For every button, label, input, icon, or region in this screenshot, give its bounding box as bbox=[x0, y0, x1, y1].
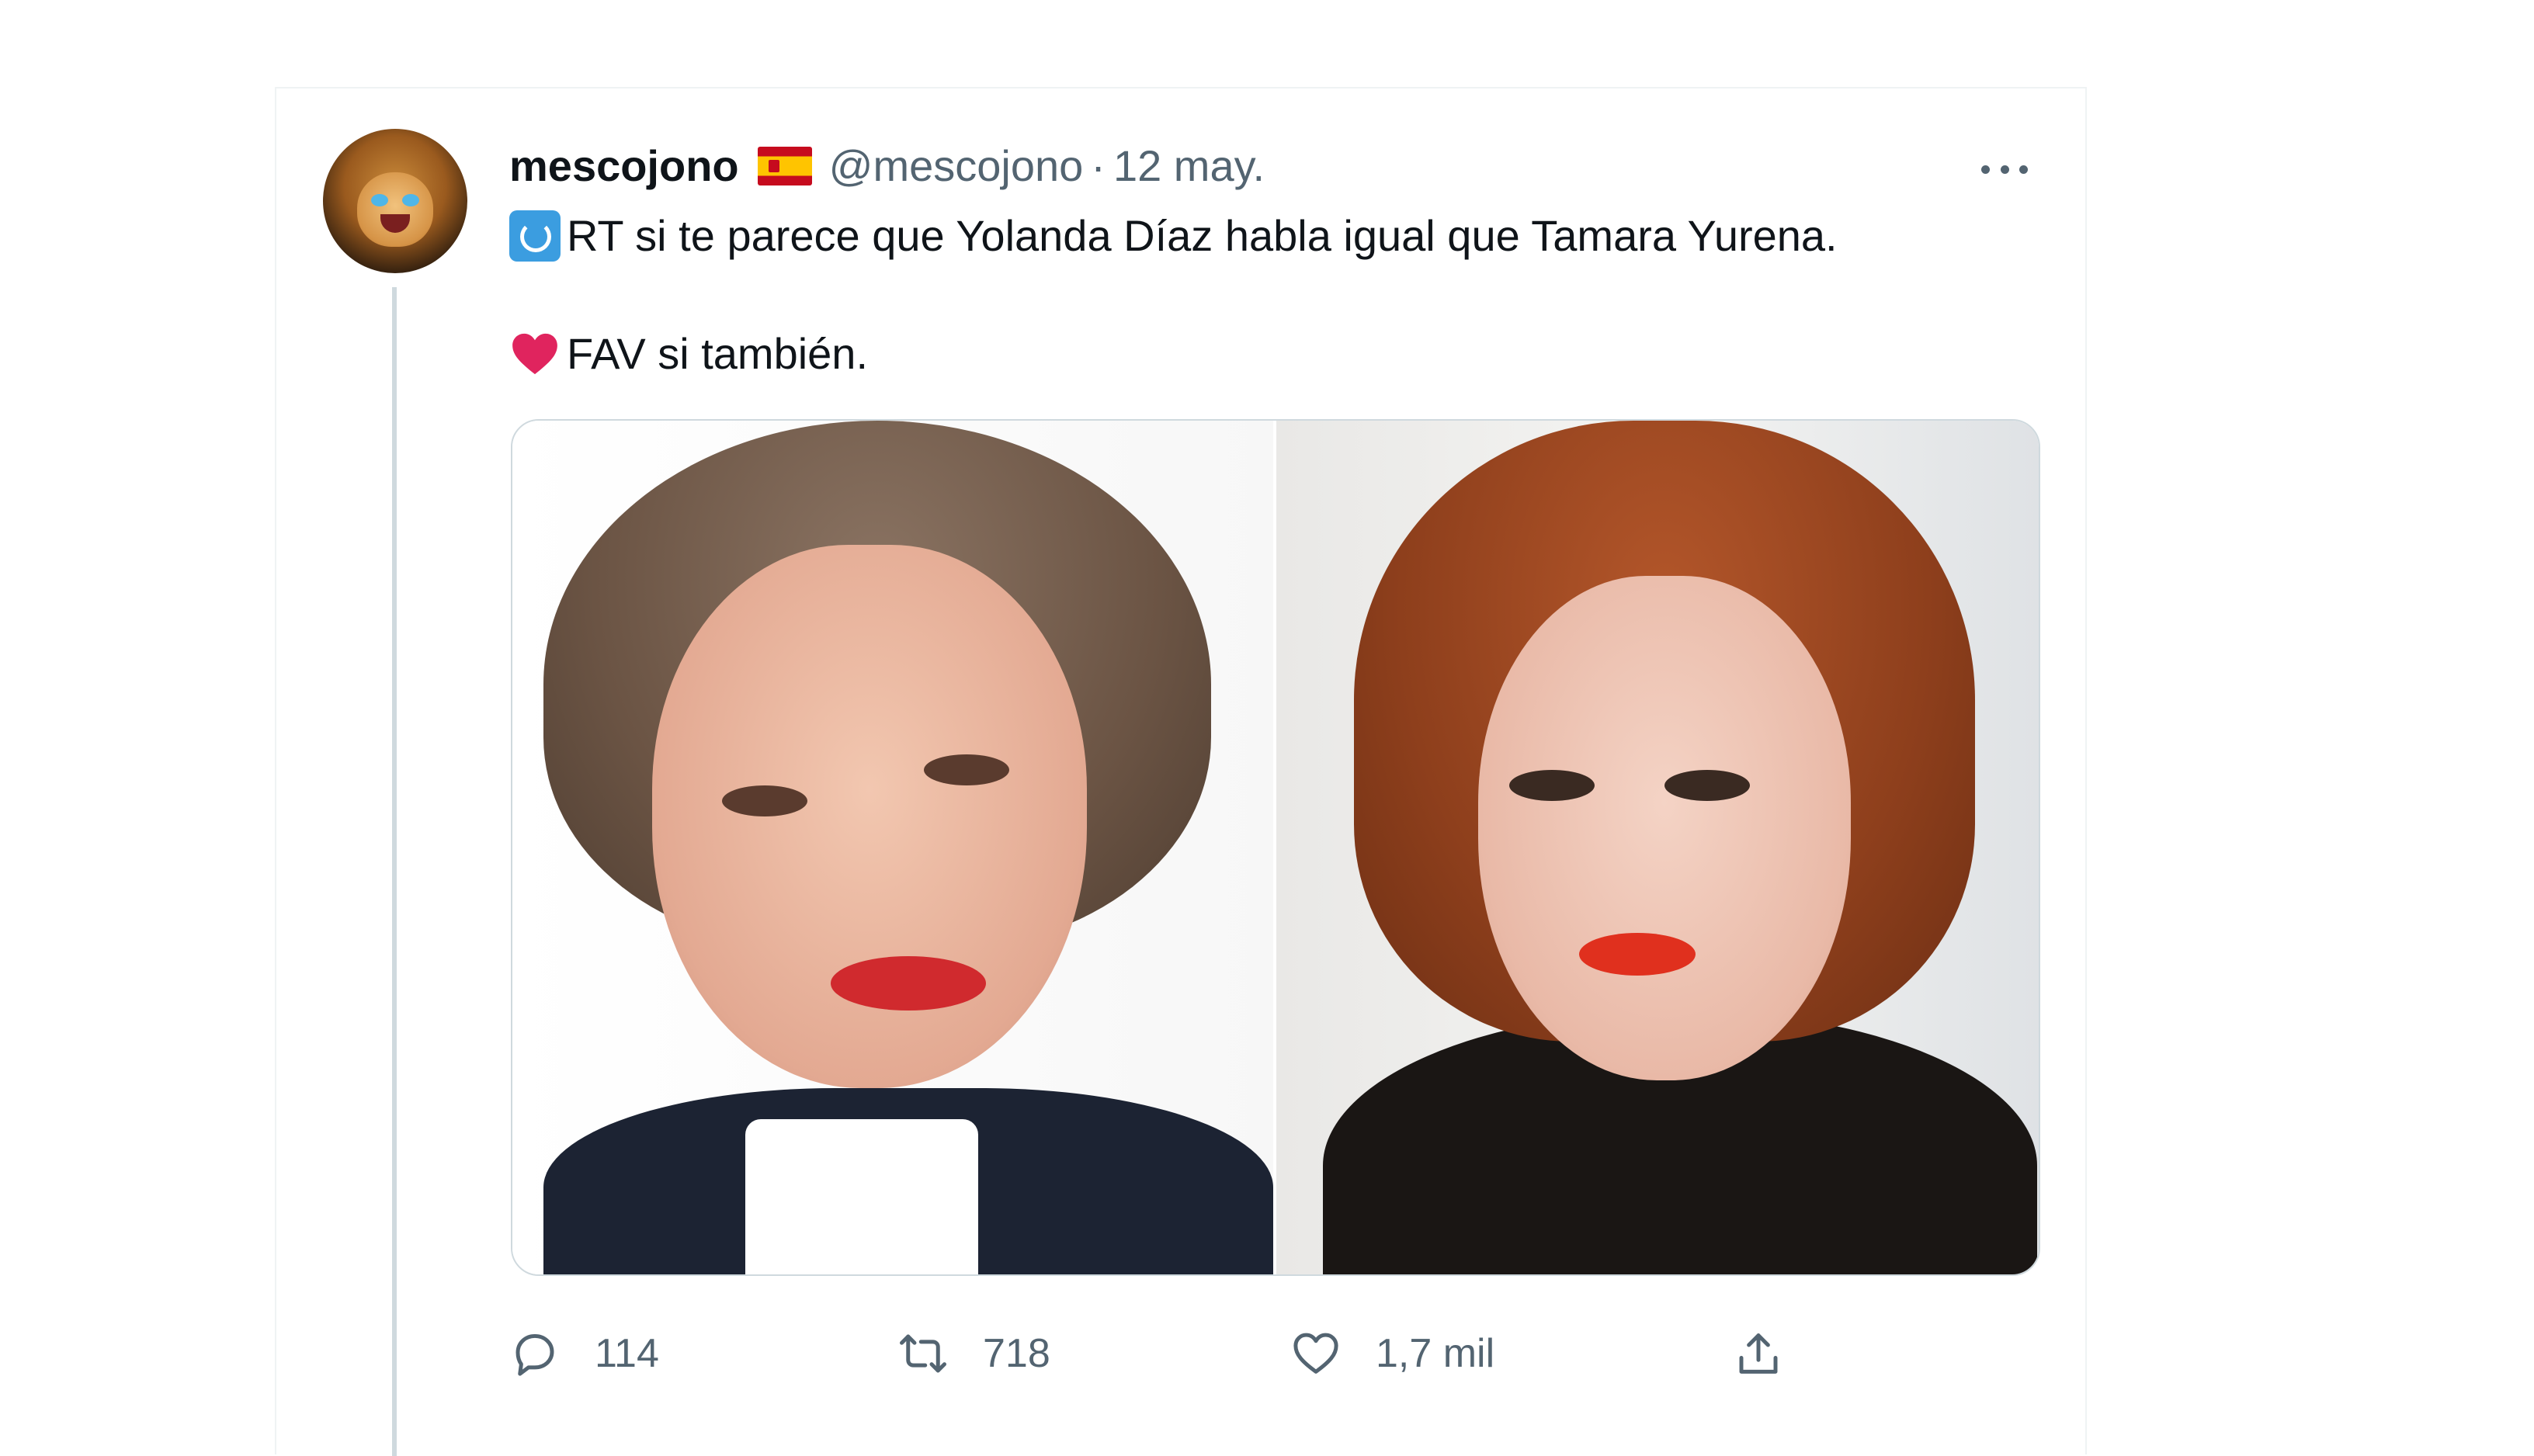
tweet-text-line-2: FAV si también. bbox=[567, 329, 869, 378]
tweet-date[interactable]: 12 may. bbox=[1113, 135, 1265, 197]
like-count: 1,7 mil bbox=[1376, 1331, 1495, 1376]
like-button[interactable]: 1,7 mil bbox=[1290, 1315, 1494, 1392]
tweet-card[interactable]: mescojono @mescojono · 12 may. RT si te … bbox=[275, 87, 2087, 1456]
tweet-text: RT si te parece que Yolanda Díaz habla i… bbox=[509, 205, 1984, 385]
more-options-icon[interactable] bbox=[1973, 151, 2036, 188]
thread-line bbox=[392, 287, 397, 1456]
share-button[interactable] bbox=[1733, 1315, 1818, 1392]
reply-icon bbox=[515, 1333, 554, 1376]
retweet-count: 718 bbox=[983, 1331, 1050, 1376]
spain-flag-icon bbox=[757, 147, 812, 185]
retweet-emoji-icon bbox=[509, 210, 561, 262]
display-name[interactable]: mescojono bbox=[509, 135, 739, 197]
user-handle[interactable]: @mescojono bbox=[829, 135, 1084, 197]
tweet-media[interactable] bbox=[511, 419, 2040, 1276]
share-icon bbox=[1739, 1333, 1778, 1374]
heart-icon bbox=[1293, 1333, 1338, 1374]
red-heart-emoji-icon bbox=[509, 328, 561, 380]
avatar[interactable] bbox=[323, 129, 467, 273]
tweet-actions: 114 718 1,7 mil bbox=[509, 1315, 2039, 1392]
reply-count: 114 bbox=[595, 1331, 659, 1376]
tweet-photo-left[interactable] bbox=[512, 421, 1273, 1274]
tweet-text-line: RT si te parece que Yolanda Díaz habla i… bbox=[509, 205, 1984, 267]
reply-button[interactable]: 114 bbox=[509, 1315, 659, 1392]
separator: · bbox=[1091, 141, 1106, 190]
tweet-text-line-1: RT si te parece que Yolanda Díaz habla i… bbox=[567, 211, 1838, 260]
retweet-button[interactable]: 718 bbox=[897, 1315, 1050, 1392]
retweet-icon bbox=[900, 1334, 946, 1373]
tweet-text-line: FAV si también. bbox=[509, 323, 1984, 385]
tweet-photo-right[interactable] bbox=[1276, 421, 2039, 1274]
tweet-header: mescojono @mescojono · 12 may. bbox=[509, 135, 1265, 197]
